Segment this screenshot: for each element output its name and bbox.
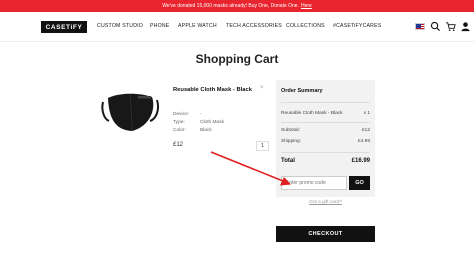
nav-link-custom-studio[interactable]: CUSTOM STUDIO: [97, 23, 143, 29]
cart-item: Reusable Cloth Mask - Black × Device: - …: [100, 80, 272, 160]
detail-label-device: Device:: [173, 112, 189, 117]
order-summary-title: Order Summary: [281, 88, 323, 94]
checkout-button[interactable]: CHECKOUT: [276, 226, 375, 242]
promo-banner-link[interactable]: Here: [301, 3, 312, 9]
us-flag-icon[interactable]: [415, 23, 425, 30]
detail-value-device: -: [200, 112, 202, 117]
page-title: Shopping Cart: [195, 52, 279, 66]
nav-link-apple-watch[interactable]: APPLE WATCH: [178, 23, 217, 29]
summary-divider: [281, 152, 370, 153]
shipping-label: Shipping:: [281, 139, 302, 144]
nav-link-collections[interactable]: COLLECTIONS: [286, 23, 325, 29]
summary-line-qty: x 1: [363, 111, 370, 116]
summary-line-item: Reusable Cloth Mask - Black: [281, 111, 343, 116]
remove-item-icon[interactable]: ×: [260, 85, 264, 91]
promo-banner: We've donated 15,000 masks already! Buy …: [0, 0, 474, 12]
promo-banner-text: We've donated 15,000 masks already! Buy …: [162, 3, 299, 9]
summary-divider: [281, 102, 370, 103]
total-label: Total: [281, 158, 295, 164]
detail-label-color: Color:: [173, 128, 186, 133]
shipping-value: £4.99: [357, 139, 370, 144]
apply-promo-button[interactable]: GO: [349, 176, 370, 190]
order-summary: Order Summary Reusable Cloth Mask - Blac…: [276, 80, 375, 197]
detail-label-type: Type:: [173, 120, 185, 125]
detail-value-color: Black: [200, 128, 212, 133]
cart-item-price: £12: [173, 142, 184, 148]
gift-card-link[interactable]: Got a gift card?: [276, 200, 375, 205]
casetify-logo[interactable]: CASETiFY: [41, 21, 87, 33]
subtotal-value: £12: [361, 128, 370, 133]
nav-link-casetify-cares[interactable]: #CASETiFYCARES: [333, 23, 381, 29]
quantity-selector[interactable]: 1: [256, 141, 269, 151]
nav-link-phone[interactable]: PHONE: [150, 23, 169, 29]
cart-icon[interactable]: [445, 21, 456, 32]
cloth-mask-image[interactable]: [100, 88, 160, 138]
subtotal-label: Subtotal:: [281, 128, 300, 133]
search-icon[interactable]: [430, 21, 441, 32]
promo-code-input[interactable]: [281, 176, 347, 190]
account-icon[interactable]: [460, 21, 471, 32]
nav-link-tech-accessories[interactable]: TECH ACCESSORIES: [226, 23, 282, 29]
detail-value-type: Cloth Mask: [200, 120, 224, 125]
page: We've donated 15,000 masks already! Buy …: [0, 0, 474, 253]
summary-divider: [281, 122, 370, 123]
cart-item-name[interactable]: Reusable Cloth Mask - Black: [173, 87, 273, 94]
total-value: £16.99: [351, 158, 370, 164]
top-navigation: CASETiFY CUSTOM STUDIO PHONE APPLE WATCH…: [0, 12, 474, 42]
